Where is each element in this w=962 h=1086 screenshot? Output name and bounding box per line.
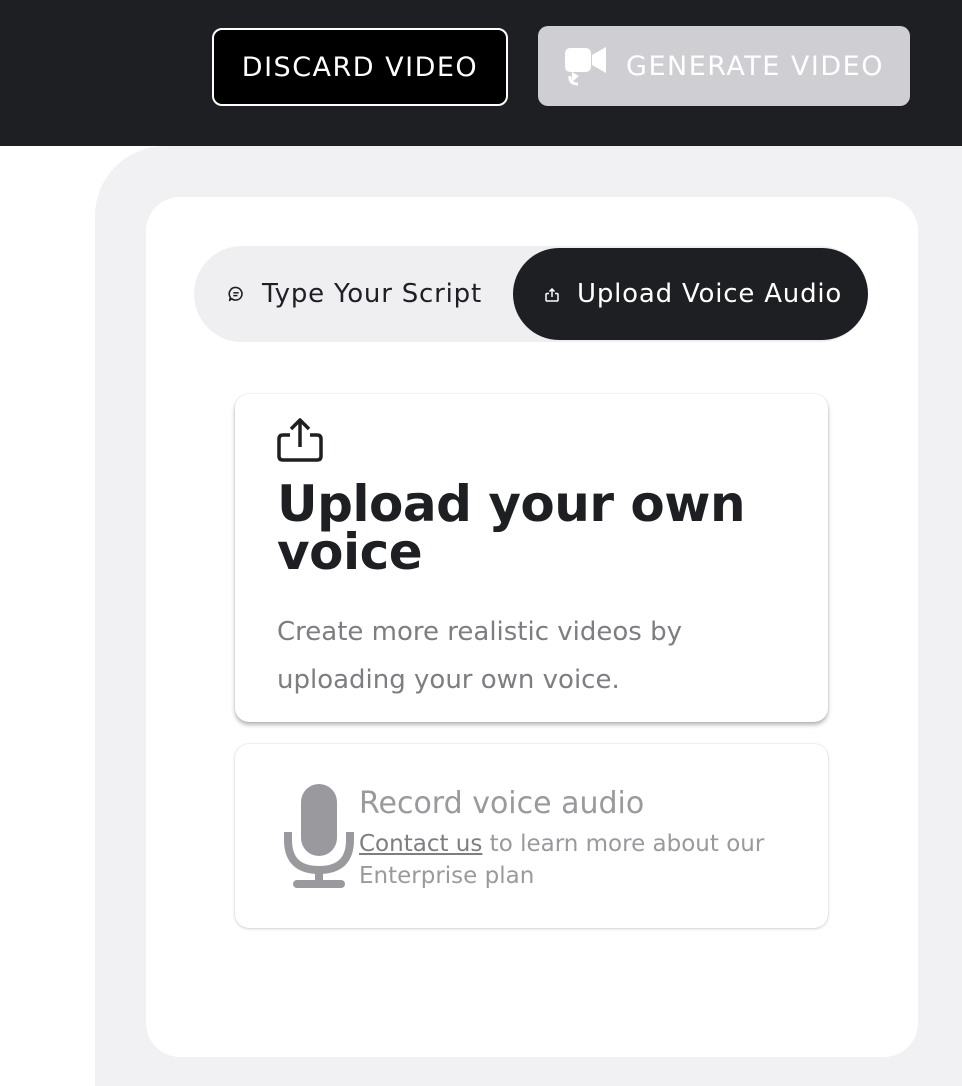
- contact-us-link[interactable]: Contact us: [359, 831, 482, 857]
- tab-upload-voice-audio[interactable]: Upload Voice Audio: [513, 248, 868, 340]
- upload-card-title: Upload your own voice: [277, 475, 746, 581]
- chat-bubble-icon: [228, 279, 244, 309]
- upload-voice-card[interactable]: Upload your own voice Create more realis…: [235, 394, 828, 722]
- tab-type-your-script-label: Type Your Script: [262, 279, 482, 309]
- upload-card-description: Create more realistic videos by uploadin…: [277, 617, 683, 695]
- record-voice-card: Record voice audio Contact us to learn m…: [235, 744, 828, 928]
- upload-icon: [545, 279, 559, 309]
- top-toolbar: DISCARD VIDEO GENERATE VIDEO: [0, 0, 962, 146]
- record-card-description: Contact us to learn more about our Enter…: [359, 828, 799, 892]
- generate-video-button[interactable]: GENERATE VIDEO: [538, 26, 910, 106]
- microphone-icon: [283, 784, 355, 892]
- tab-type-your-script[interactable]: Type Your Script: [194, 248, 512, 340]
- tab-upload-voice-audio-label: Upload Voice Audio: [577, 279, 843, 309]
- upload-icon: [277, 418, 323, 466]
- discard-video-button[interactable]: DISCARD VIDEO: [212, 28, 508, 106]
- voice-source-tabs: Type Your Script Upload Voice Audio: [194, 246, 868, 342]
- discard-video-label: DISCARD VIDEO: [241, 51, 479, 83]
- video-camera-icon: [564, 46, 608, 86]
- record-card-title: Record voice audio: [359, 786, 645, 821]
- generate-video-label: GENERATE VIDEO: [626, 50, 884, 82]
